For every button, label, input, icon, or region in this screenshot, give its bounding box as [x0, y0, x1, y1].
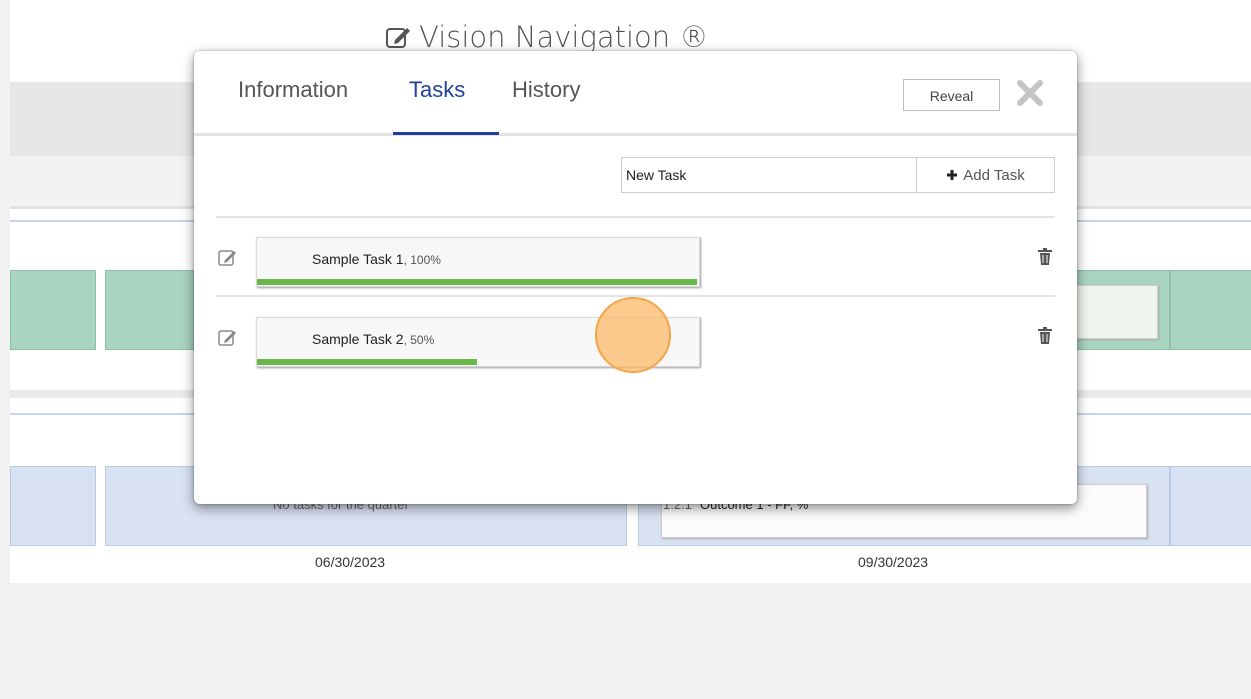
outcome-card[interactable]: [10, 270, 96, 350]
quarter-date: 06/30/2023: [315, 554, 386, 570]
tab-information[interactable]: Information: [238, 77, 348, 103]
trash-icon[interactable]: [1038, 327, 1052, 345]
plus-icon: [947, 170, 958, 180]
task-item[interactable]: Sample Task 1, 100%: [256, 237, 700, 287]
task-list-divider: [216, 216, 1055, 218]
task-progress-bar: [257, 359, 477, 365]
app-title: Vision Navigation ®: [385, 20, 708, 54]
new-task-input[interactable]: [621, 157, 917, 193]
tab-history[interactable]: History: [512, 77, 580, 103]
click-indicator: [595, 297, 671, 373]
tab-tasks[interactable]: Tasks: [409, 77, 465, 103]
reveal-button[interactable]: Reveal: [903, 79, 1000, 111]
task-modal: Information Tasks History Reveal Add Tas…: [194, 51, 1077, 504]
edit-icon: [386, 28, 410, 48]
task-name: Sample Task 1: [312, 251, 404, 267]
task-progress-bar: [257, 279, 697, 285]
modal-tab-bar: Information Tasks History Reveal: [194, 51, 1077, 136]
quarter-card[interactable]: [1170, 466, 1251, 546]
close-icon[interactable]: [1014, 77, 1046, 109]
task-percent: , 50%: [403, 333, 435, 347]
task-name: Sample Task 2: [312, 331, 404, 347]
app-title-text: Vision Navigation ®: [419, 20, 709, 54]
active-tab-indicator: [393, 132, 499, 135]
add-task-label: Add Task: [963, 166, 1025, 184]
trash-icon[interactable]: [1038, 248, 1052, 266]
edit-icon[interactable]: [218, 328, 238, 348]
task-label: Sample Task 2, 50%: [312, 331, 434, 347]
task-percent: , 100%: [403, 253, 441, 267]
quarter-date: 09/30/2023: [858, 554, 929, 570]
quarter-card[interactable]: [10, 466, 96, 546]
edit-icon[interactable]: [218, 248, 238, 268]
task-label: Sample Task 1, 100%: [312, 251, 441, 267]
add-task-button[interactable]: Add Task: [916, 157, 1055, 193]
outcome-card[interactable]: [1170, 270, 1251, 350]
